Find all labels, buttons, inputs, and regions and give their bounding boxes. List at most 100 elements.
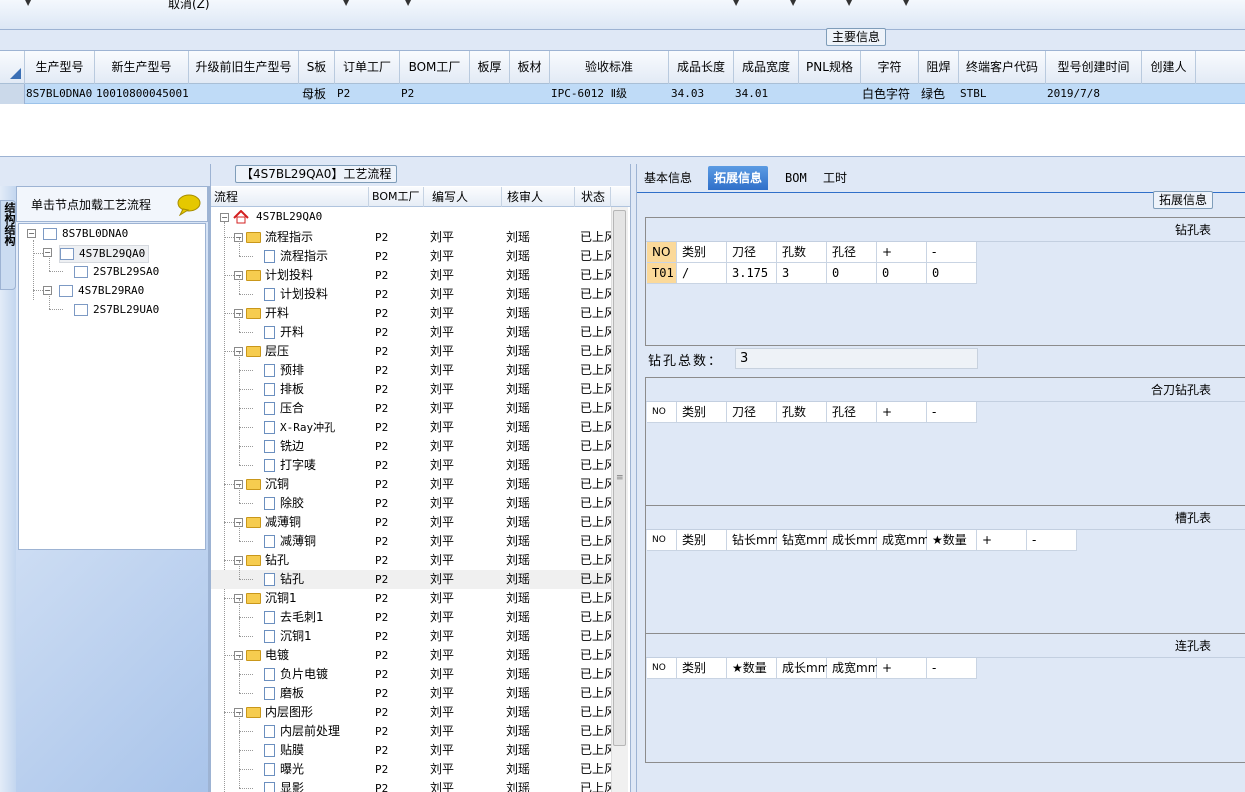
cell[interactable]: 3 (777, 263, 827, 284)
cell[interactable]: 绿色 (921, 84, 945, 104)
chevron-down-icon[interactable]: ▼ (25, 0, 31, 7)
column-header[interactable]: 终端客户代码 (959, 51, 1046, 84)
flow-row[interactable]: 流程指示 P2 刘平 刘瑶 已上风 (211, 238, 611, 266)
grid-corner[interactable] (0, 51, 25, 84)
column-header[interactable]: 升级前旧生产型号 (189, 51, 299, 84)
tab-work-hours[interactable]: 工时 (817, 166, 853, 190)
flow-step[interactable]: 除胶 (264, 494, 304, 513)
column-header[interactable]: 验收标准 (550, 51, 669, 84)
chevron-down-icon[interactable]: ▼ (343, 0, 349, 7)
chevron-down-icon[interactable]: ▼ (733, 0, 739, 7)
flow-step[interactable]: 压合 (264, 399, 304, 418)
column-header[interactable]: 板厚 (470, 51, 510, 84)
cell[interactable]: STBL (960, 84, 987, 104)
flow-step[interactable]: 排板 (264, 380, 304, 399)
flow-row[interactable]: 减薄铜 P2 刘平 刘瑶 已上风 (211, 523, 611, 551)
column-header[interactable]: BOM工厂 (369, 187, 424, 207)
column-header[interactable]: 核审人 (502, 187, 575, 207)
flow-row[interactable]: 预排 P2 刘平 刘瑶 已上风 (211, 352, 611, 380)
cell[interactable]: 白色字符 (862, 84, 910, 104)
flow-row[interactable]: − 流程指示 P2 刘平 刘瑶 已上风 (211, 228, 611, 247)
flow-row[interactable]: − 电镀 P2 刘平 刘瑶 已上风 (211, 646, 611, 665)
collapse-icon[interactable]: − (27, 229, 36, 238)
flow-row[interactable]: − 钻孔 P2 刘平 刘瑶 已上风 (211, 551, 611, 570)
column-header[interactable]: 字符 (861, 51, 919, 84)
vertical-tab-label[interactable]: 结构结构 (1, 202, 17, 246)
cell[interactable]: 8S7BL0DNA0 (26, 84, 92, 104)
flow-step[interactable]: 内层图形 (246, 703, 313, 722)
tree-node[interactable]: 2S7BL29UA0 (74, 302, 159, 318)
column-header[interactable]: BOM工厂 (400, 51, 470, 84)
column-header[interactable]: 订单工厂 (335, 51, 400, 84)
column-header[interactable]: 成品宽度 (734, 51, 799, 84)
flow-step[interactable]: 电镀 (246, 646, 289, 665)
cell[interactable]: P2 (337, 84, 350, 104)
column-header[interactable]: 生产型号 (25, 51, 95, 84)
cell[interactable]: / (677, 263, 727, 284)
flow-row[interactable]: 沉铜1 P2 刘平 刘瑶 已上风 (211, 618, 611, 646)
tab-bom[interactable]: BOM (779, 166, 813, 190)
flow-row[interactable]: − 内层图形 P2 刘平 刘瑶 已上风 (211, 703, 611, 722)
collapse-icon[interactable]: − (220, 213, 229, 222)
flow-step[interactable]: 铣边 (264, 437, 304, 456)
column-header[interactable]: 成品长度 (669, 51, 734, 84)
column-header[interactable]: 状态 (575, 187, 611, 207)
cell[interactable]: P2 (401, 84, 414, 104)
flow-row[interactable]: − 开料 P2 刘平 刘瑶 已上风 (211, 304, 611, 323)
cell[interactable]: 0 (877, 263, 927, 284)
column-header[interactable]: 板材 (510, 51, 550, 84)
flow-step[interactable]: 内层前处理 (264, 722, 340, 741)
flow-row[interactable]: 开料 P2 刘平 刘瑶 已上风 (211, 314, 611, 342)
flow-step[interactable]: 层压 (246, 342, 289, 361)
flow-step[interactable]: 贴膜 (264, 741, 304, 760)
horizontal-splitter[interactable] (0, 156, 1245, 162)
flow-row[interactable]: − 层压 P2 刘平 刘瑶 已上风 (211, 342, 611, 361)
flow-row[interactable]: X-Ray冲孔 P2 刘平 刘瑶 已上风 (211, 409, 611, 437)
scrollbar-thumb[interactable]: ≡ (613, 210, 626, 746)
column-header[interactable]: PNL规格 (799, 51, 861, 84)
flow-step[interactable]: 预排 (264, 361, 304, 380)
flow-row[interactable]: 计划投料 P2 刘平 刘瑶 已上风 (211, 276, 611, 304)
chevron-down-icon[interactable]: ▼ (405, 0, 411, 7)
flow-row[interactable]: − 减薄铜 P2 刘平 刘瑶 已上风 (211, 513, 611, 532)
flow-step[interactable]: 开料 (264, 323, 304, 342)
column-header[interactable]: S板 (299, 51, 335, 84)
chevron-down-icon[interactable]: ▼ (903, 0, 909, 7)
flow-row[interactable]: 钻孔 P2 刘平 刘瑶 已上风 (211, 561, 611, 589)
flow-row[interactable]: 打字唛 P2 刘平 刘瑶 已上风 (211, 447, 611, 475)
tree-node[interactable]: 2S7BL29SA0 (74, 264, 159, 280)
vertical-tab-strip[interactable]: 结构结构 (0, 186, 16, 792)
tab-basic-info[interactable]: 基本信息 (638, 166, 698, 190)
cell[interactable]: 2019/7/8 (1047, 84, 1100, 104)
flow-row[interactable]: 铣边 P2 刘平 刘瑶 已上风 (211, 428, 611, 456)
flow-step[interactable]: X-Ray冲孔 (264, 418, 335, 437)
cell[interactable]: 3.175 (727, 263, 777, 284)
cancel-button[interactable]: 取消(Z) (168, 0, 210, 12)
flow-row[interactable]: 显影 P2 刘平 刘瑶 已上风 (211, 770, 611, 792)
flow-step[interactable]: 沉铜1 (264, 627, 312, 646)
flow-row[interactable]: 贴膜 P2 刘平 刘瑶 已上风 (211, 732, 611, 760)
cell[interactable]: 0 (827, 263, 877, 284)
flow-step[interactable]: 计划投料 (264, 285, 328, 304)
flow-step[interactable]: 负片电镀 (264, 665, 328, 684)
process-root[interactable]: 4S7BL29QA0 (256, 210, 322, 223)
flow-row[interactable]: 除胶 P2 刘平 刘瑶 已上风 (211, 485, 611, 513)
chevron-down-icon[interactable]: ▼ (846, 0, 852, 7)
flow-step[interactable]: 减薄铜 (264, 532, 316, 551)
table-row[interactable]: 8S7BL0DNA0 10010800045001 母板 P2 P2 IPC-6… (0, 84, 1245, 104)
cell[interactable]: 34.03 (671, 84, 704, 104)
tab-extended-info[interactable]: 拓展信息 (708, 166, 769, 190)
flow-step[interactable]: 流程指示 (264, 247, 328, 266)
flow-step[interactable]: 计划投料 (246, 266, 313, 285)
column-header[interactable]: 流程 (211, 187, 369, 207)
flow-row[interactable]: 内层前处理 P2 刘平 刘瑶 已上风 (211, 713, 611, 741)
column-header[interactable]: 新生产型号 (95, 51, 189, 84)
flow-step[interactable]: 流程指示 (246, 228, 313, 247)
column-header[interactable]: 编写人 (424, 187, 502, 207)
flow-row[interactable]: 磨板 P2 刘平 刘瑶 已上风 (211, 675, 611, 703)
flow-row[interactable]: 负片电镀 P2 刘平 刘瑶 已上风 (211, 656, 611, 684)
cell[interactable]: IPC-6012 Ⅱ级 (551, 84, 627, 104)
column-header[interactable]: 阻焊 (919, 51, 959, 84)
flow-step[interactable]: 减薄铜 (246, 513, 301, 532)
flow-step[interactable]: 钻孔 (264, 570, 304, 589)
